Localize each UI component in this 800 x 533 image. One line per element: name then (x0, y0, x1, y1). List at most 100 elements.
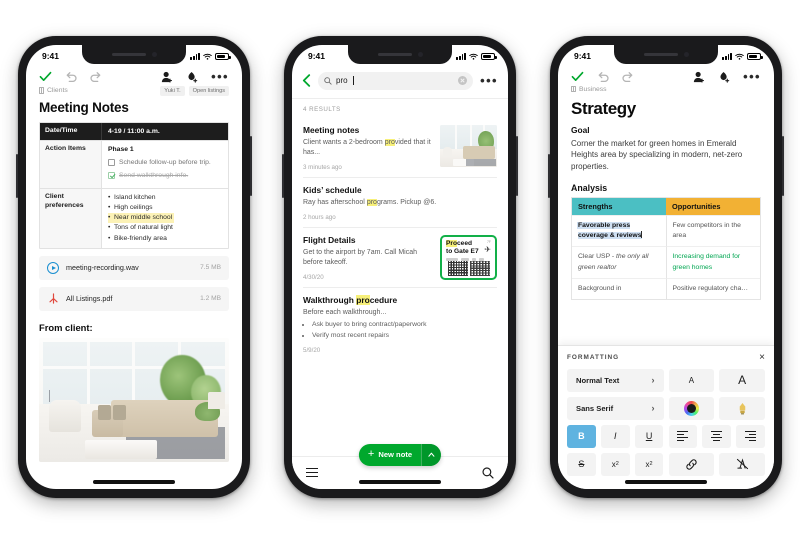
note-toolbar: ••• (26, 66, 242, 85)
note-table: Date/Time 4-19 / 11:00 a.m. Action Items… (39, 121, 229, 249)
decrease-font-size-button[interactable]: A (668, 368, 715, 392)
list-item: High ceilings (108, 203, 222, 213)
text-caret (641, 231, 643, 239)
breadcrumb[interactable]: Business (571, 86, 607, 93)
new-note-label: New note (378, 450, 413, 459)
audio-play-icon[interactable] (47, 261, 59, 274)
superscript-button[interactable]: x2 (600, 452, 630, 476)
text-color-button[interactable] (668, 396, 715, 420)
result-timestamp: 3 minutes ago (303, 163, 342, 171)
todo-item[interactable]: Schedule follow-up before trip. (108, 158, 222, 168)
formatting-grid: Normal Text › Sans Serif › B I U S x 2 x… (567, 368, 765, 476)
cell-opportunity[interactable]: Increasing demand for green homes (666, 246, 760, 277)
speaker-grille (111, 52, 146, 56)
snippet-pre: Client wants a 2-bedroom (303, 138, 385, 146)
home-indicator[interactable] (359, 480, 441, 484)
snippet-highlight: pro (366, 198, 377, 206)
wifi-icon (203, 53, 212, 60)
phone-2-search: 9:41 pro ••• 4 RESULTS Meeting notes Cli… (282, 35, 518, 498)
result-timestamp: 5/9/20 (303, 346, 321, 354)
redo-icon[interactable] (622, 71, 634, 82)
checkbox-unchecked-icon[interactable] (108, 158, 115, 166)
attachment-size: 7.5 MB (200, 264, 221, 272)
insert-link-button[interactable] (668, 452, 715, 476)
increase-font-size-button[interactable]: A (719, 368, 765, 392)
undo-icon[interactable] (597, 71, 609, 82)
table-header-row: Strengths Opportunities (572, 197, 760, 215)
table-row: Client preferences Island kitchen High c… (40, 188, 228, 248)
list-item: Verify most recent repairs (312, 331, 497, 341)
bold-button[interactable]: B (567, 424, 596, 448)
attachment-pdf[interactable]: All Listings.pdf 1.2 MB (39, 286, 229, 311)
more-options-icon[interactable]: ••• (480, 74, 498, 87)
paragraph-style-label: Normal Text (576, 375, 620, 385)
strikethrough-button[interactable]: S (567, 452, 596, 476)
subscript-button[interactable]: x2 (634, 452, 664, 476)
table-row: Action Items Phase 1 Schedule follow-up … (40, 141, 228, 189)
boarding-pass-thumbnail: 7F Proceed to Gate E7 ✈ (440, 234, 497, 280)
snippet-pre: Before each walkthrough... (303, 309, 387, 317)
back-chevron-icon[interactable] (302, 74, 311, 87)
list-item[interactable]: Flight Details Get to the airport by 7am… (303, 226, 497, 287)
add-person-icon[interactable] (693, 71, 705, 83)
new-note-caret-icon[interactable] (421, 443, 442, 466)
list-item[interactable]: Walkthrough procedure Before each walkth… (303, 287, 497, 360)
undo-icon[interactable] (65, 71, 77, 82)
align-center-button[interactable] (702, 424, 732, 448)
status-time: 9:41 (308, 51, 326, 61)
snippet-highlight: pro (384, 138, 395, 146)
notch (614, 44, 718, 64)
cell-strength[interactable]: Clear USP - the only all green realtor (572, 246, 667, 278)
formatting-panel: FORMATTING × Normal Text › Sans Serif › (558, 344, 774, 489)
align-right-button[interactable] (736, 424, 765, 448)
clear-icon[interactable] (458, 76, 468, 85)
font-family-select[interactable]: Sans Serif › (567, 396, 664, 420)
clear-formatting-button[interactable] (719, 452, 765, 476)
close-icon[interactable]: × (759, 352, 765, 363)
result-snippet: Get to the airport by 7am. Call Micah be… (303, 248, 417, 267)
add-tag-icon[interactable] (186, 71, 198, 83)
formatting-title: FORMATTING (567, 354, 620, 361)
three-phone-mockup: 9:41 ••• Clients Yuki T. Open listings M… (0, 0, 800, 533)
search-icon (324, 76, 332, 85)
redo-icon[interactable] (90, 71, 102, 82)
checkbox-checked-icon[interactable] (108, 171, 115, 179)
list-item[interactable]: Meeting notes Client wants a 2-bedroom p… (303, 118, 497, 177)
highlighter-icon (737, 402, 748, 415)
home-indicator[interactable] (625, 480, 707, 484)
more-options-icon[interactable]: ••• (743, 70, 761, 83)
add-person-icon[interactable] (161, 71, 173, 83)
goal-heading: Goal (571, 124, 590, 135)
hamburger-menu-icon[interactable] (306, 468, 318, 477)
todo-item[interactable]: Send walkthrough info. (108, 171, 222, 181)
new-note-button[interactable]: + New note (358, 443, 442, 466)
home-indicator[interactable] (93, 480, 175, 484)
italic-button[interactable]: I (600, 424, 630, 448)
list-item[interactable]: Kids’ schedule Ray has afterschool progr… (303, 176, 497, 227)
more-options-icon[interactable]: ••• (211, 70, 229, 83)
cell-opportunity[interactable]: Positive regulatory cha… (666, 277, 760, 299)
breadcrumb[interactable]: Clients (39, 87, 68, 94)
search-input[interactable]: pro (318, 71, 474, 90)
underline-button[interactable]: U (634, 424, 664, 448)
column-header-strengths: Strengths (572, 197, 666, 215)
tag-item[interactable]: Open listings (188, 85, 229, 96)
check-icon[interactable] (39, 71, 52, 82)
attachment-audio[interactable]: meeting-recording.wav 7.5 MB (39, 255, 229, 280)
cell-opportunity[interactable]: Few competitors in the area (666, 214, 760, 246)
search-icon[interactable] (482, 466, 494, 479)
align-left-button[interactable] (668, 424, 698, 448)
paragraph-style-select[interactable]: Normal Text › (567, 368, 664, 392)
check-icon[interactable] (571, 71, 584, 82)
todo-label: Schedule follow-up before trip. (119, 159, 211, 167)
highlight-button[interactable] (719, 396, 765, 420)
snippet-post: grams. Pickup @6. (376, 198, 437, 206)
new-note-main[interactable]: + New note (359, 444, 421, 466)
cell-strength[interactable]: Favorable press coverage & reviews (572, 214, 667, 247)
attachment-name: meeting-recording.wav (66, 263, 139, 273)
add-tag-icon[interactable] (718, 71, 730, 83)
result-snippet: Ray has afterschool programs. Pickup @6. (303, 198, 497, 208)
cell-strength[interactable]: Background in (572, 277, 667, 299)
todo-label: Send walkthrough info. (119, 172, 189, 180)
tag-item[interactable]: Yuki T. (160, 85, 185, 96)
